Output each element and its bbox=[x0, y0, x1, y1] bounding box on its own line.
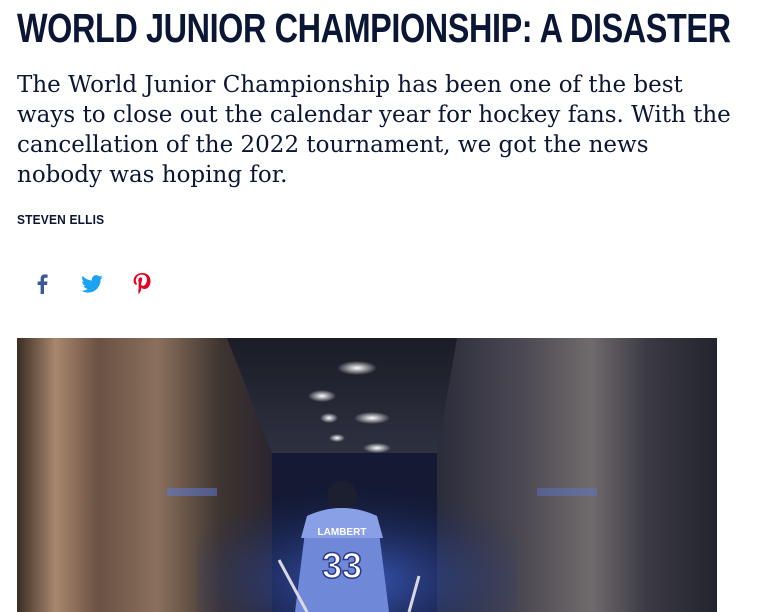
dek-line: The World Junior Championship has been o… bbox=[17, 72, 683, 98]
dek-line: nobody was hoping for. bbox=[17, 162, 288, 188]
hero-image: LAMBERT 33 bbox=[17, 338, 717, 612]
author-link[interactable]: STEVEN ELLIS bbox=[17, 212, 104, 227]
dek-line: cancellation of the 2022 tournament, we … bbox=[17, 132, 649, 158]
twitter-share-button[interactable] bbox=[78, 270, 106, 298]
hockey-tunnel-photo: LAMBERT 33 bbox=[17, 338, 717, 612]
facebook-share-button[interactable] bbox=[28, 270, 56, 298]
jersey-name: LAMBERT bbox=[318, 527, 367, 538]
article-headline: WORLD JUNIOR CHAMPIONSHIP: A DISASTER bbox=[17, 5, 731, 51]
dek-line: ways to close out the calendar year for … bbox=[17, 102, 731, 128]
article-dek: The World Junior Championship has been o… bbox=[17, 70, 731, 190]
pinterest-share-button[interactable] bbox=[128, 270, 156, 298]
twitter-icon bbox=[81, 275, 103, 293]
jersey-number: 33 bbox=[322, 545, 362, 586]
pinterest-icon bbox=[133, 273, 151, 295]
facebook-icon bbox=[37, 274, 48, 294]
